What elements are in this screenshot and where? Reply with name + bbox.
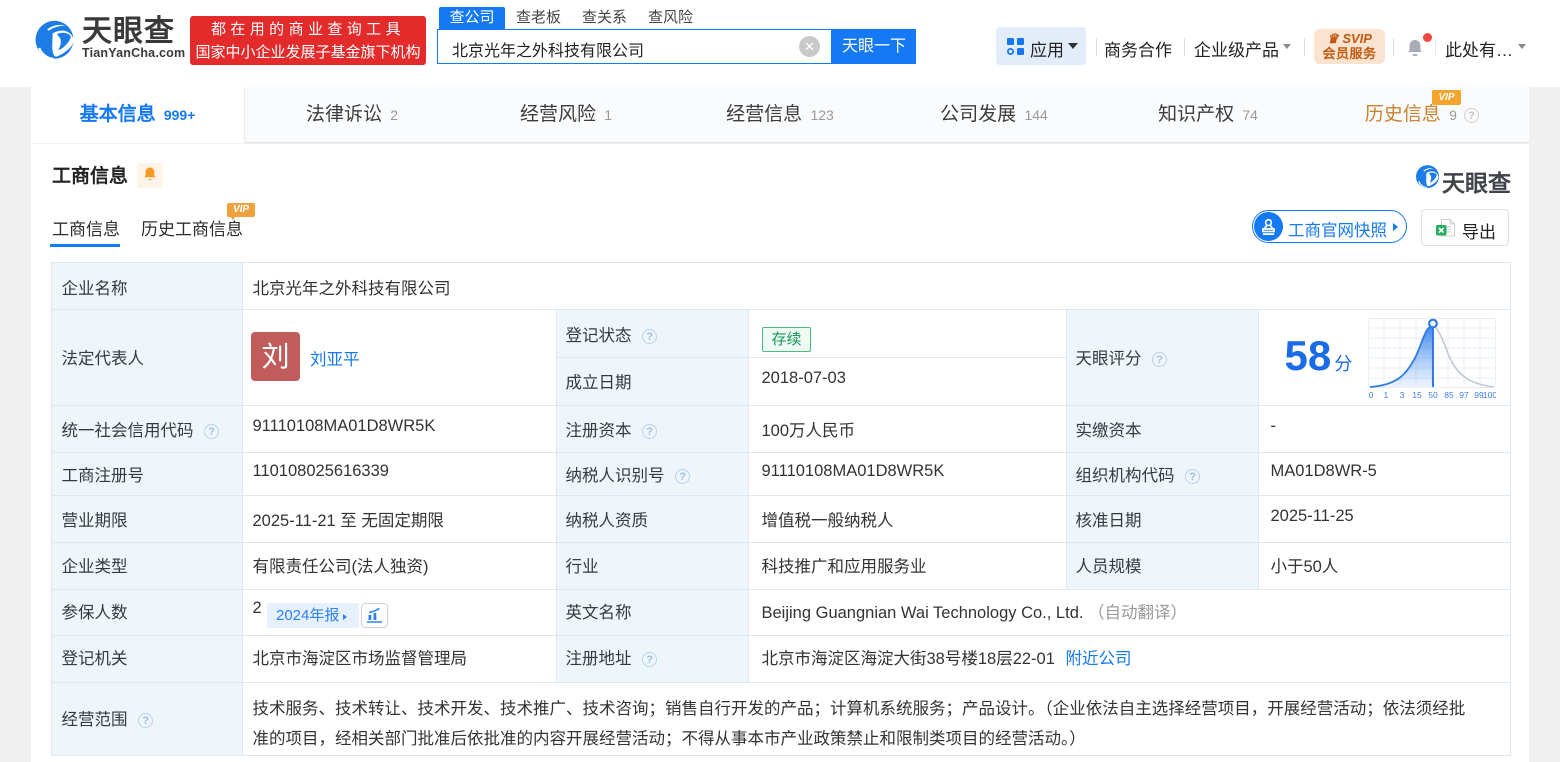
- svg-text:97: 97: [1459, 390, 1469, 400]
- svg-text:85: 85: [1444, 390, 1454, 400]
- svg-text:3: 3: [1399, 390, 1404, 400]
- svg-text:15: 15: [1412, 390, 1422, 400]
- svg-text:100: 100: [1482, 390, 1495, 400]
- svg-text:0: 0: [1368, 390, 1373, 400]
- svg-text:50: 50: [1428, 390, 1438, 400]
- svg-text:1: 1: [1383, 390, 1388, 400]
